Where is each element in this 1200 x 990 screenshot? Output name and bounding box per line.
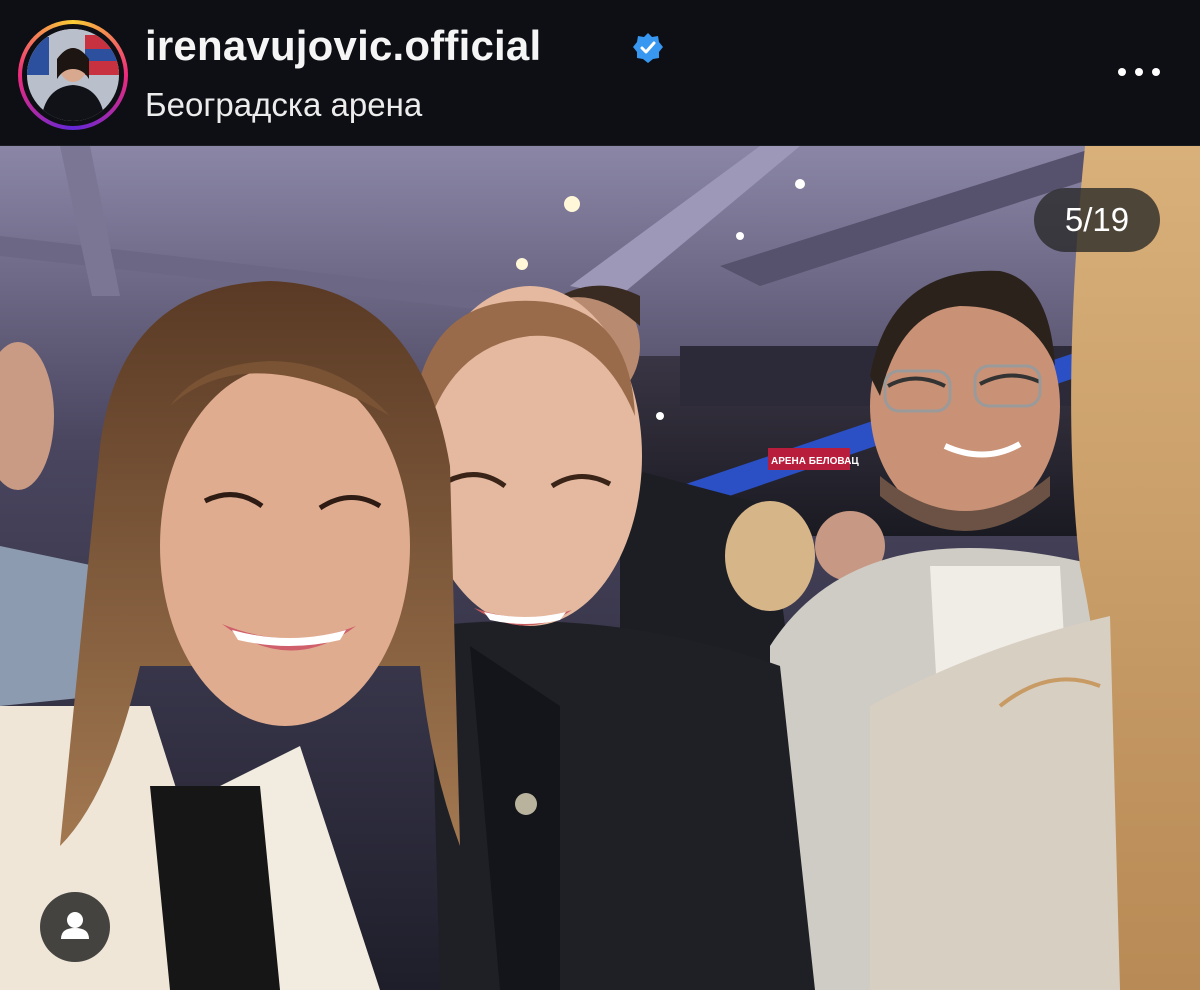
profile-avatar[interactable] [18,20,128,130]
post-location[interactable]: Београдска арена [145,86,422,124]
tagged-people-icon[interactable] [40,892,110,962]
verified-badge-icon [633,33,663,63]
slide-counter: 5/19 [1034,188,1160,252]
avatar-image [27,29,119,121]
post-photo[interactable]: АРЕНА БЕЛОВАЦ [0,146,1200,990]
username[interactable]: irenavujovic.official [145,22,541,70]
post-header: irenavujovic.official Београдска арена [0,0,1200,146]
more-options-icon[interactable] [1112,52,1166,92]
arena-sign-text: АРЕНА БЕЛОВАЦ [771,456,859,467]
